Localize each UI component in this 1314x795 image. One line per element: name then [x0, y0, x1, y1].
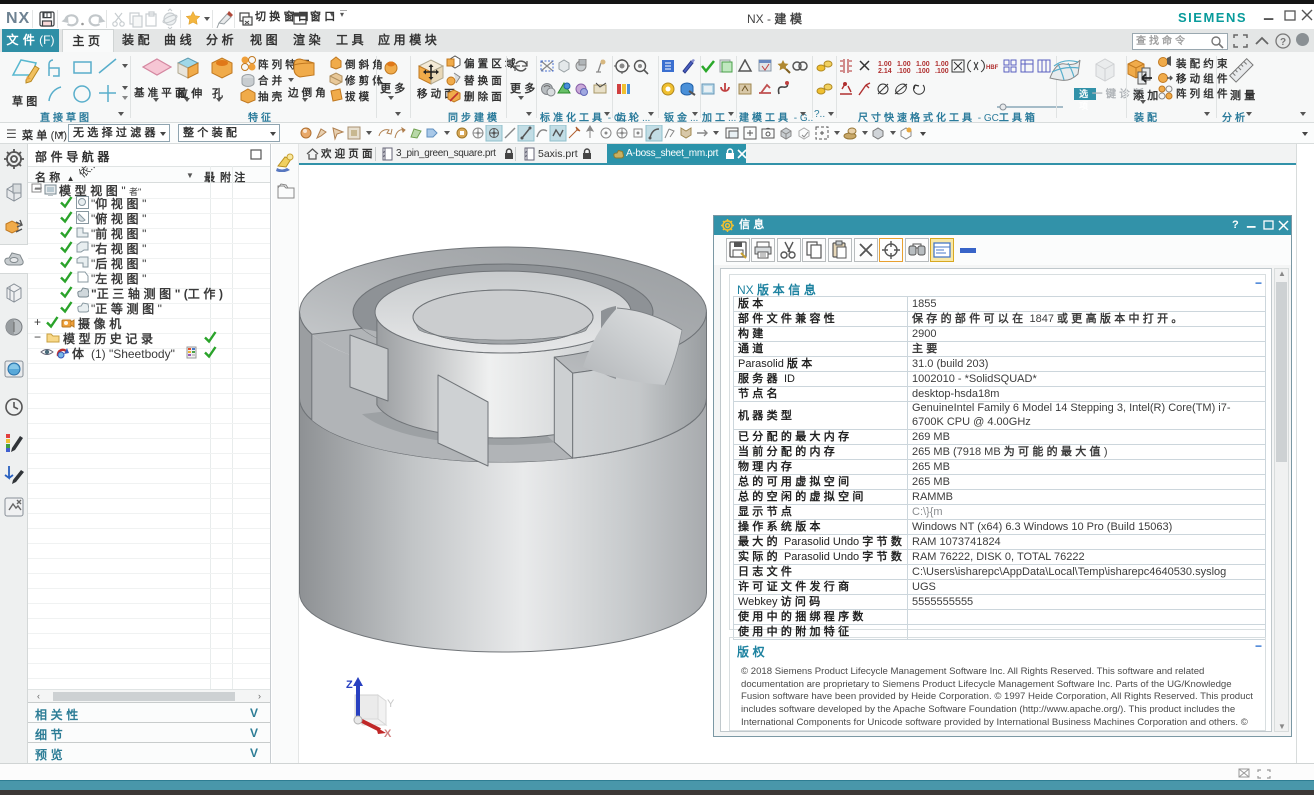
svg-text:1.00: 1.00	[935, 61, 949, 68]
svg-text:1.00: 1.00	[916, 61, 930, 68]
svg-text:2.14: 2.14	[878, 68, 892, 75]
svg-text:.100: .100	[935, 68, 949, 75]
svg-text:HBF: HBF	[986, 65, 999, 71]
svg-text:.100: .100	[916, 68, 930, 75]
svg-text:Z: Z	[346, 679, 353, 691]
svg-text:.100: .100	[897, 68, 911, 75]
svg-text:Y: Y	[387, 698, 395, 710]
svg-text:1.00: 1.00	[878, 61, 892, 68]
svg-text:?: ?	[1280, 37, 1286, 48]
svg-text:X: X	[384, 728, 392, 737]
svg-text:1.00: 1.00	[897, 61, 911, 68]
